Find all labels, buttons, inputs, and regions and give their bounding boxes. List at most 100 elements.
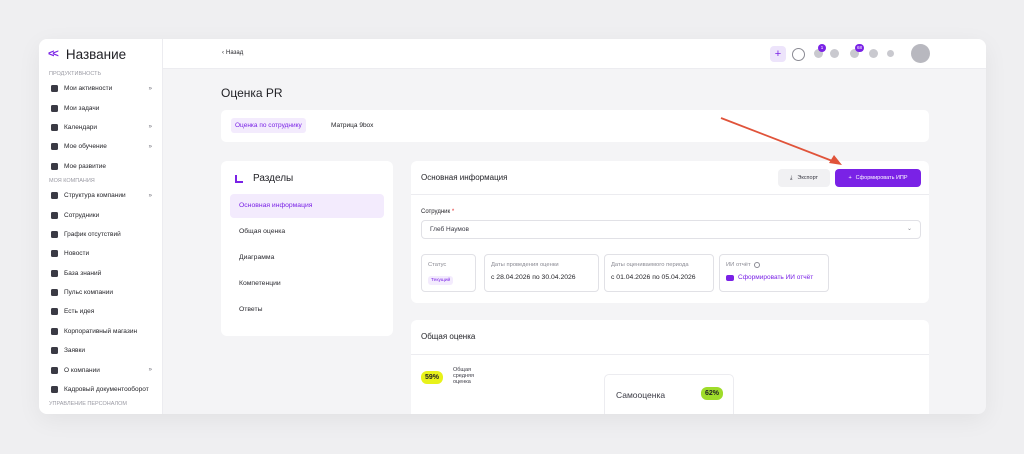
main-info-title: Основная информация [421,173,508,182]
assessment-dates-box: Даты проведения оценки с 28.04.2026 по 3… [484,254,599,292]
notifications-badge: 68 [855,44,865,52]
sidebar-item[interactable]: База знаний [39,264,162,283]
plus-icon[interactable]: + [770,46,786,62]
main-info-header: Основная информация ⤓ Экспорт + Сформирова… [411,161,929,195]
calendar-icon [50,123,59,132]
expand-arrow-icon[interactable]: » [149,367,152,373]
period-dates-value: с 01.04.2026 по 05.04.2026 [611,274,696,281]
employee-label: Сотрудник * [421,209,454,215]
sidebar-item-label: Мои задачи [64,104,100,112]
chart-icon [50,84,59,93]
sidebar-item[interactable]: Кадровый документооборот [39,380,162,399]
chevron-down-icon: ⌄ [906,226,912,232]
main-area: ‹ Назад + 1 68 Оценка PR Оценка по сотруд… [163,39,986,414]
news-icon [50,249,59,258]
book-icon [50,269,59,278]
period-dates-box: Даты оцениваемого периода с 01.04.2026 п… [604,254,714,292]
sidebar-section-title: УПРАВЛЕНИЕ ПЕРСОНАЛОМ [49,401,128,408]
sidebar-nav: ПРОДУКТИВНОСТЬ Мои активности » Мои задачи К… [39,69,162,409]
employee-label-text: Сотрудник [421,209,451,215]
sections-panel: Разделы Основная информация Общая оценка… [221,161,393,336]
topbar: ‹ Назад + 1 68 [163,39,986,69]
absence-calendar-icon [50,230,59,239]
sidebar-item[interactable]: Мои активности » [39,79,162,98]
tabs-bar: Оценка по сотруднику Матрица 9box [221,110,929,142]
sections-icon [235,174,243,183]
section-item-diagram[interactable]: Диаграмма [230,246,384,270]
app-title: Название [65,46,127,62]
expand-arrow-icon[interactable]: » [149,193,152,199]
sidebar-item-label: Новости [64,250,90,258]
sidebar-item[interactable]: Заявки [39,341,162,360]
sidebar-item[interactable]: Мои задачи [39,98,162,117]
status-box: Статус Текущий [421,254,476,292]
chat-badge: 1 [818,44,826,52]
sidebar-item[interactable]: Мое обучение » [39,137,162,156]
ai-report-label: Сформировать ИИ отчёт [738,274,814,281]
chevron-left-icon: ‹ [222,50,224,56]
sidebar-item[interactable]: О компании » [39,360,162,379]
documents-icon [50,385,59,394]
sidebar-item[interactable]: Структура компании » [39,186,162,205]
tab-9box-matrix[interactable]: Матрица 9box [331,118,373,133]
sidebar-item-label: Мое обучение [64,143,107,151]
sidebar-section-title: МОЯ КОМПАНИЯ [49,177,95,184]
expand-arrow-icon[interactable]: » [149,86,152,92]
self-assessment-label: Самооценка [616,390,666,400]
avatar[interactable] [911,44,930,63]
sidebar-item-label: База знаний [64,269,102,277]
structure-icon [50,191,59,200]
back-link[interactable]: ‹ Назад [222,50,243,56]
sidebar-item[interactable]: График отсутствий [39,225,162,244]
assessment-dates-caption: Даты проведения оценки [491,262,559,268]
sidebar-item-label: Есть идея [64,308,95,316]
growth-icon [50,162,59,171]
required-mark: * [451,209,455,215]
info-icon [753,262,760,268]
ai-report-button[interactable]: Сформировать ИИ отчёт [726,274,822,281]
create-ipr-label: Сформировать ИПР [855,175,908,181]
sidebar-item-label: Мое развитие [64,162,106,170]
expand-arrow-icon[interactable]: » [149,144,152,150]
sidebar-item[interactable]: Пульс компании [39,283,162,302]
overall-pct-label: Общая средняя оценка [453,367,474,385]
export-button[interactable]: ⤓ Экспорт [778,169,830,187]
main-info-card: Основная информация ⤓ Экспорт + Сформирова… [411,161,929,303]
search-icon[interactable] [792,47,805,61]
employee-select[interactable]: Глеб Наумов ⌄ [421,220,921,239]
bulb-icon[interactable] [830,49,839,58]
section-item-overall[interactable]: Общая оценка [230,220,384,244]
sidebar-item[interactable]: Новости [39,244,162,263]
assessment-dates-value: с 28.04.2026 по 30.04.2026 [491,274,576,281]
expand-arrow-icon[interactable]: » [149,124,152,130]
sidebar-item[interactable]: Есть идея [39,302,162,321]
overall-score-header: Общая оценка [411,320,929,355]
section-item-main-info[interactable]: Основная информация [230,194,384,218]
section-item-competencies[interactable]: Компетенции [230,272,384,296]
list-icon [50,104,59,113]
sidebar-item[interactable]: Сотрудники [39,205,162,224]
sidebar-item-label: Корпоративный магазин [64,327,138,335]
people-icon [50,211,59,220]
self-assessment-card: Самооценка 62% [604,374,734,414]
sidebar-item-label: Заявки [64,347,85,355]
period-dates-caption: Даты оцениваемого периода [611,262,689,268]
status-caption: Статус [428,262,447,268]
sidebar-item-label: График отсутствий [64,230,121,238]
pulse-icon [50,288,59,297]
sections-header: Разделы [235,173,293,184]
help-icon[interactable] [869,49,878,58]
double-chevron-left-icon[interactable]: << [48,48,59,60]
sidebar-item[interactable]: Календари » [39,118,162,137]
dot-icon[interactable] [887,50,894,57]
sidebar-item[interactable]: Корпоративный магазин [39,322,162,341]
robot-icon [726,274,734,281]
back-label: Назад [226,50,244,56]
status-badge: Текущий [428,276,454,285]
create-ipr-button[interactable]: + Сформировать ИПР [835,169,921,187]
section-item-answers[interactable]: Ответы [230,298,384,322]
requests-icon [50,346,59,355]
tab-employee-assessment[interactable]: Оценка по сотруднику [231,118,306,133]
sidebar-item[interactable]: Мое развитие [39,157,162,176]
sidebar: << Название ПРОДУКТИВНОСТЬ Мои активности… [39,39,163,414]
